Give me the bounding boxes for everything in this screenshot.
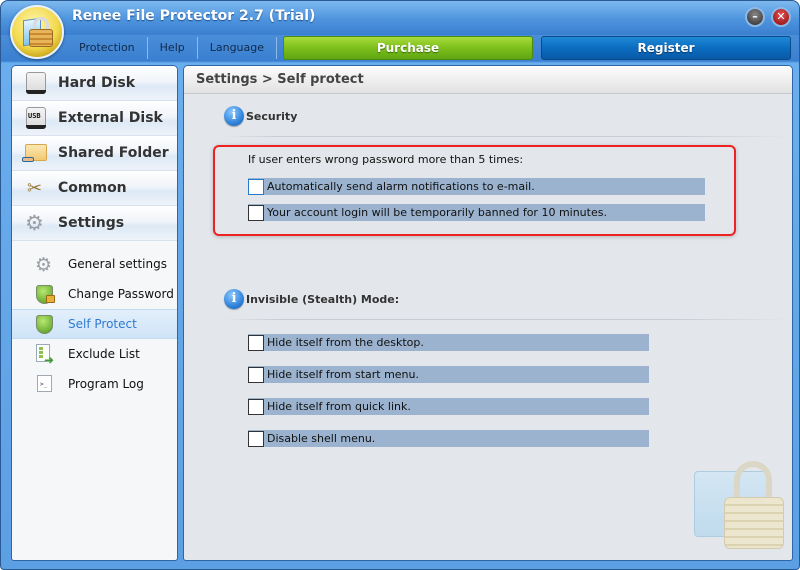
sidebar-item-label: Settings <box>58 215 125 231</box>
breadcrumb: Settings > Self protect <box>184 66 792 94</box>
option-email-alarm[interactable]: Automatically send alarm notifications t… <box>248 178 705 195</box>
sidebar-item-label: Hard Disk <box>58 75 136 91</box>
sidebar-item-label: Self Protect <box>68 317 137 331</box>
sidebar-item-common[interactable]: ✂ Common <box>12 171 177 206</box>
sidebar-item-shared-folder[interactable]: Shared Folder <box>12 136 177 171</box>
section-divider <box>224 136 789 137</box>
menu-bar: Protection Help Language <box>67 35 278 61</box>
sidebar-item-program-log[interactable]: Program Log <box>12 369 177 399</box>
shield-icon <box>34 313 56 335</box>
section-title: Invisible (Stealth) Mode: <box>246 292 400 306</box>
info-icon: i <box>224 106 244 126</box>
sidebar-item-label: Common <box>58 180 127 196</box>
close-icon: ✕ <box>776 10 786 23</box>
option-label: Automatically send alarm notifications t… <box>267 180 535 193</box>
app-logo-lock-icon <box>10 5 64 59</box>
sidebar-item-label: External Disk <box>58 110 163 126</box>
option-disable-shell-menu[interactable]: Disable shell menu. <box>248 430 649 447</box>
gear-icon: ⚙ <box>35 254 53 276</box>
close-button[interactable]: ✕ <box>771 7 791 27</box>
sidebar-item-label: Change Password <box>68 287 174 301</box>
sidebar-item-label: Shared Folder <box>58 145 169 161</box>
security-section-header: i Security <box>224 106 297 126</box>
option-label: Hide itself from the desktop. <box>267 336 424 349</box>
sidebar-item-change-password[interactable]: Change Password <box>12 279 177 309</box>
folder-lock-watermark-icon <box>694 461 789 553</box>
sidebar-item-self-protect[interactable]: Self Protect <box>12 309 177 339</box>
checkbox[interactable] <box>248 366 264 383</box>
shared-folder-icon <box>22 141 48 165</box>
title-bar: Renee File Protector 2.7 (Trial) – ✕ <box>1 1 799 35</box>
security-lead-text: If user enters wrong password more than … <box>248 153 524 166</box>
info-icon: i <box>224 289 244 309</box>
content-panel: Settings > Self protect i Security If us… <box>183 65 793 561</box>
option-label: Your account login will be temporarily b… <box>267 206 607 219</box>
option-label: Hide itself from start menu. <box>267 368 420 381</box>
hard-disk-icon <box>24 71 48 95</box>
menu-help[interactable]: Help <box>148 37 198 59</box>
sidebar-item-external-disk[interactable]: USB External Disk <box>12 101 177 136</box>
register-button[interactable]: Register <box>541 36 791 60</box>
option-label: Hide itself from quick link. <box>267 400 411 413</box>
option-label: Disable shell menu. <box>267 432 376 445</box>
option-hide-desktop[interactable]: Hide itself from the desktop. <box>248 334 649 351</box>
app-window: Renee File Protector 2.7 (Trial) – ✕ Pro… <box>0 0 800 570</box>
usb-disk-icon: USB <box>24 106 48 130</box>
tools-icon: ✂ <box>27 178 43 199</box>
checkbox[interactable] <box>248 430 264 447</box>
option-hide-start-menu[interactable]: Hide itself from start menu. <box>248 366 649 383</box>
program-log-icon <box>34 373 56 395</box>
purchase-button[interactable]: Purchase <box>283 36 533 60</box>
checkbox[interactable] <box>248 334 264 351</box>
sidebar-item-label: Exclude List <box>68 347 140 361</box>
sidebar-item-settings[interactable]: ⚙ Settings <box>12 206 177 241</box>
window-title: Renee File Protector 2.7 (Trial) <box>72 8 316 24</box>
minimize-button[interactable]: – <box>745 7 765 27</box>
menu-protection[interactable]: Protection <box>67 37 148 59</box>
sidebar-item-hard-disk[interactable]: Hard Disk <box>12 66 177 101</box>
minimize-icon: – <box>752 10 758 23</box>
sidebar-item-exclude-list[interactable]: ➜ Exclude List <box>12 339 177 369</box>
sidebar-item-label: Program Log <box>68 377 144 391</box>
checkbox[interactable] <box>248 204 264 221</box>
sidebar: Hard Disk USB External Disk Shared Folde… <box>11 65 178 561</box>
checkbox[interactable] <box>248 398 264 415</box>
sidebar-item-label: General settings <box>68 257 167 271</box>
gear-icon: ⚙ <box>25 211 44 235</box>
shield-lock-icon <box>34 283 56 305</box>
section-divider <box>224 319 789 320</box>
sidebar-item-general-settings[interactable]: ⚙ General settings <box>12 249 177 279</box>
stealth-section-header: i Invisible (Stealth) Mode: <box>224 289 399 309</box>
exclude-list-icon: ➜ <box>34 343 56 366</box>
menu-language[interactable]: Language <box>198 37 278 59</box>
checkbox[interactable] <box>248 178 264 195</box>
section-title: Security <box>246 109 298 123</box>
option-login-ban[interactable]: Your account login will be temporarily b… <box>248 204 705 221</box>
option-hide-quick-link[interactable]: Hide itself from quick link. <box>248 398 649 415</box>
settings-submenu: ⚙ General settings Change Password Self … <box>12 241 177 399</box>
